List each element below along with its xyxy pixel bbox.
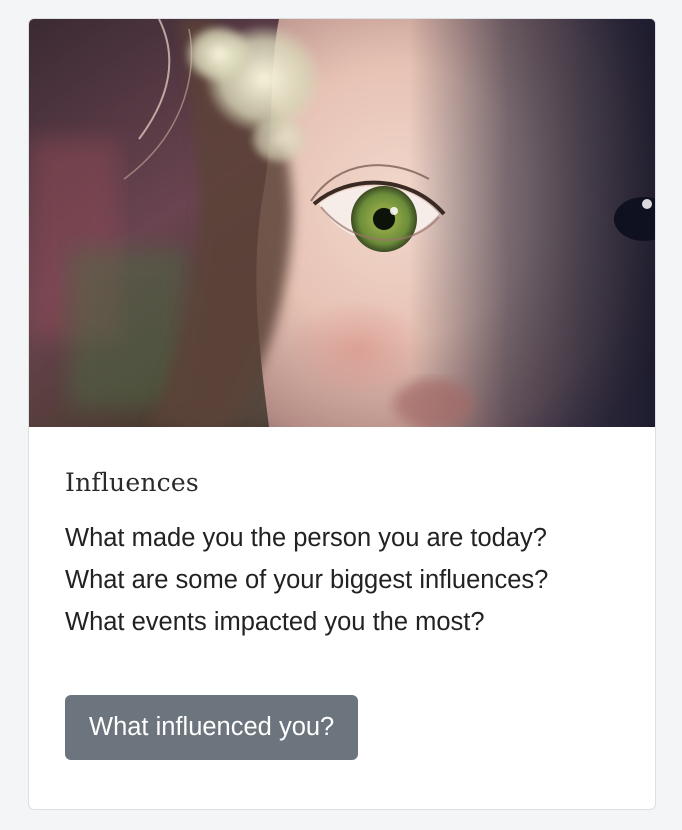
card-image (29, 19, 655, 427)
card-text-line-2: What are some of your biggest influences… (65, 566, 549, 594)
card-body: Influences What made you the person you … (65, 427, 625, 760)
card-title: Influences (65, 468, 199, 497)
influences-card: Influences What made you the person you … (28, 18, 656, 810)
what-influenced-you-button[interactable]: What influenced you? (65, 695, 359, 760)
card-text-line-1: What made you the person you are today? (65, 524, 547, 552)
card-text-line-3: What events impacted you the most? (65, 608, 485, 636)
card-text: What made you the person you are today? … (65, 517, 625, 643)
